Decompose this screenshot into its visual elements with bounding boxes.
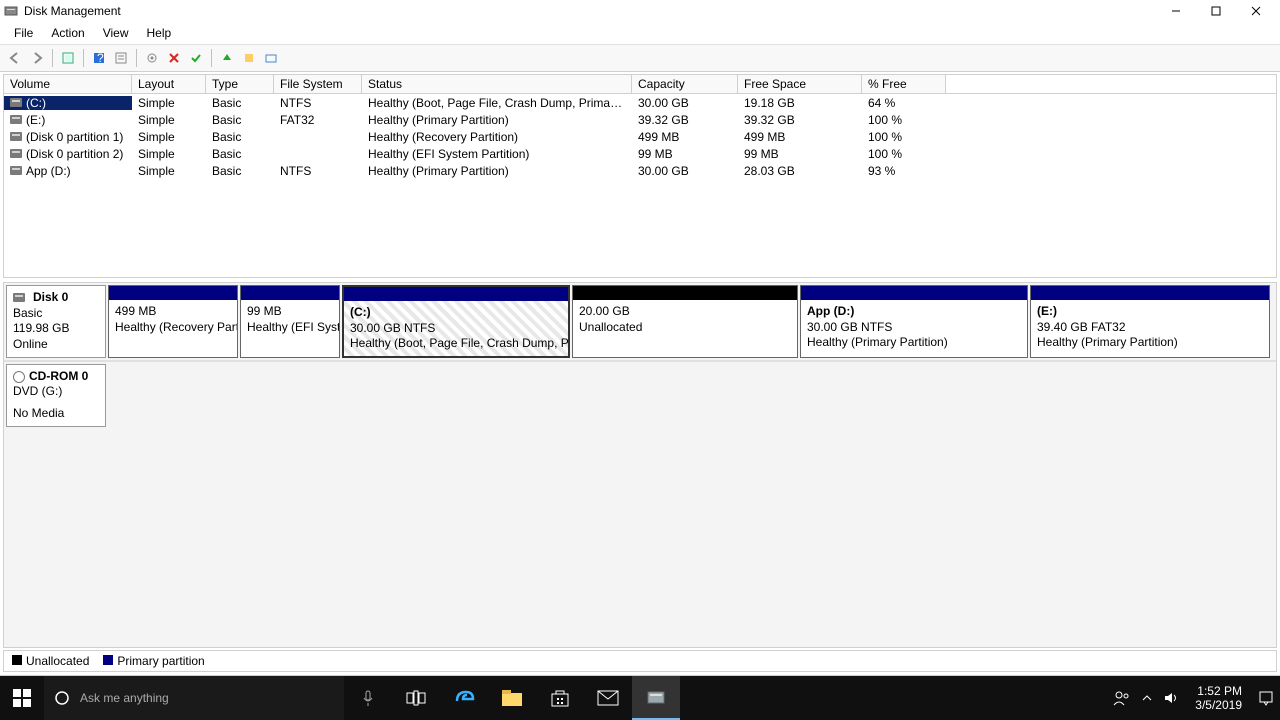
svg-text:?: ?	[97, 51, 104, 65]
menu-action[interactable]: Action	[43, 24, 92, 42]
disk-management-window: Disk Management File Action View Help ?	[0, 0, 1280, 676]
settings-icon[interactable]	[142, 48, 162, 68]
action1-icon[interactable]	[239, 48, 259, 68]
volume-row[interactable]: (Disk 0 partition 2)SimpleBasicHealthy (…	[4, 145, 1276, 162]
window-title: Disk Management	[24, 4, 1156, 18]
check-icon[interactable]	[186, 48, 206, 68]
partition-block[interactable]: 20.00 GBUnallocated	[572, 285, 798, 358]
people-icon[interactable]	[1113, 689, 1131, 707]
action2-icon[interactable]	[261, 48, 281, 68]
col-freespace[interactable]: Free Space	[738, 75, 862, 93]
cdrom-label[interactable]: CD-ROM 0 DVD (G:) No Media	[6, 364, 106, 427]
toolbar: ?	[0, 44, 1280, 72]
volume-row[interactable]: App (D:)SimpleBasicNTFSHealthy (Primary …	[4, 162, 1276, 179]
cdrom-icon	[13, 371, 25, 383]
taskview-icon[interactable]	[392, 676, 440, 720]
tray-chevron-icon[interactable]	[1141, 692, 1153, 704]
help-icon[interactable]: ?	[89, 48, 109, 68]
partition-block[interactable]: (E:)39.40 GB FAT32Healthy (Primary Parti…	[1030, 285, 1270, 358]
properties-icon[interactable]	[111, 48, 131, 68]
close-button[interactable]	[1236, 0, 1276, 22]
disk-row-cdrom: CD-ROM 0 DVD (G:) No Media	[4, 362, 1276, 429]
minimize-button[interactable]	[1156, 0, 1196, 22]
up-arrow-icon[interactable]	[217, 48, 237, 68]
cortana-icon	[54, 690, 70, 706]
col-volume[interactable]: Volume	[4, 75, 132, 93]
explorer-icon[interactable]	[488, 676, 536, 720]
col-status[interactable]: Status	[362, 75, 632, 93]
disk-icon	[13, 293, 25, 302]
volume-row[interactable]: (E:)SimpleBasicFAT32Healthy (Primary Par…	[4, 111, 1276, 128]
col-layout[interactable]: Layout	[132, 75, 206, 93]
disk0-label[interactable]: Disk 0 Basic 119.98 GB Online	[6, 285, 106, 358]
search-placeholder: Ask me anything	[80, 691, 169, 705]
col-pctfree[interactable]: % Free	[862, 75, 946, 93]
legend-primary: Primary partition	[103, 654, 204, 668]
menu-help[interactable]: Help	[139, 24, 180, 42]
titlebar[interactable]: Disk Management	[0, 0, 1280, 22]
col-capacity[interactable]: Capacity	[632, 75, 738, 93]
menu-view[interactable]: View	[95, 24, 137, 42]
volume-list-header: Volume Layout Type File System Status Ca…	[4, 75, 1276, 94]
diskmgmt-taskbar-icon[interactable]	[632, 676, 680, 720]
partition-block[interactable]: (C:)30.00 GB NTFSHealthy (Boot, Page Fil…	[342, 285, 570, 358]
taskbar: Ask me anything 1:52 PM 3/5/2019	[0, 676, 1280, 720]
col-type[interactable]: Type	[206, 75, 274, 93]
partition-block[interactable]: 499 MBHealthy (Recovery Parti	[108, 285, 238, 358]
clock[interactable]: 1:52 PM 3/5/2019	[1189, 684, 1248, 713]
disk-graphical-view: Disk 0 Basic 119.98 GB Online 499 MBHeal…	[3, 282, 1277, 648]
volume-icon[interactable]	[1163, 690, 1179, 706]
edge-icon[interactable]	[440, 676, 488, 720]
menubar: File Action View Help	[0, 22, 1280, 44]
start-button[interactable]	[0, 676, 44, 720]
col-filesystem[interactable]: File System	[274, 75, 362, 93]
delete-icon[interactable]	[164, 48, 184, 68]
mail-icon[interactable]	[584, 676, 632, 720]
app-icon	[4, 4, 18, 18]
maximize-button[interactable]	[1196, 0, 1236, 22]
partition-block[interactable]: App (D:)30.00 GB NTFSHealthy (Primary Pa…	[800, 285, 1028, 358]
store-icon[interactable]	[536, 676, 584, 720]
back-button[interactable]	[5, 48, 25, 68]
mic-icon[interactable]	[344, 676, 392, 720]
volume-row[interactable]: (C:)SimpleBasicNTFSHealthy (Boot, Page F…	[4, 94, 1276, 111]
search-box[interactable]: Ask me anything	[44, 676, 344, 720]
disk-row-disk0: Disk 0 Basic 119.98 GB Online 499 MBHeal…	[4, 283, 1276, 362]
notifications-icon[interactable]	[1258, 690, 1274, 706]
legend: Unallocated Primary partition	[3, 650, 1277, 672]
volume-list[interactable]: Volume Layout Type File System Status Ca…	[3, 74, 1277, 278]
legend-unallocated: Unallocated	[12, 654, 89, 668]
refresh-icon[interactable]	[58, 48, 78, 68]
partition-block[interactable]: 99 MBHealthy (EFI Syst	[240, 285, 340, 358]
menu-file[interactable]: File	[6, 24, 41, 42]
volume-row[interactable]: (Disk 0 partition 1)SimpleBasicHealthy (…	[4, 128, 1276, 145]
forward-button[interactable]	[27, 48, 47, 68]
